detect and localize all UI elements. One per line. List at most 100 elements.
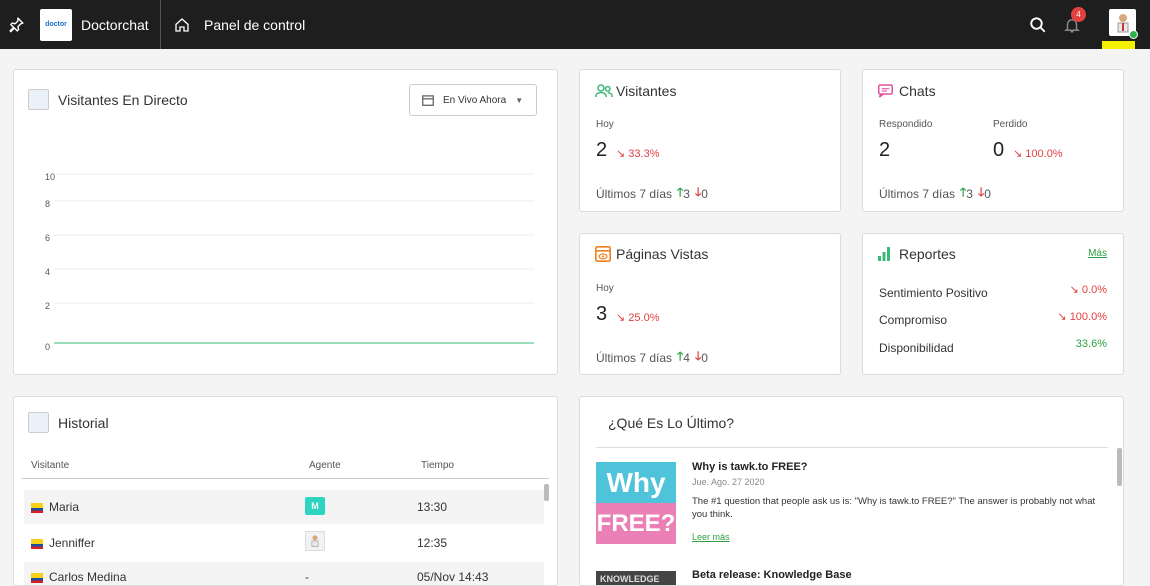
chat-icon — [878, 84, 893, 98]
news-thumbnail[interactable]: KNOWLEDGE — [596, 571, 676, 585]
browser-eye-icon — [595, 246, 611, 262]
divider — [596, 447, 1108, 448]
today-label: Hoy — [596, 119, 614, 130]
pin-icon[interactable] — [1, 0, 31, 49]
reports-title: Reportes — [899, 246, 956, 262]
visitors-change-value: 33.3% — [628, 148, 660, 160]
table-row[interactable]: Jenniffer 12:35 — [24, 526, 544, 560]
trend-down-icon: ↘ — [1069, 284, 1079, 296]
scrollbar[interactable] — [544, 484, 549, 501]
agent-avatar — [305, 531, 325, 551]
scrollbar[interactable] — [1117, 448, 1122, 486]
flag-icon — [31, 538, 43, 549]
visitors-title: Visitantes — [616, 83, 677, 99]
visitors-card: Visitantes Hoy 2 ↘ 33.3% Últimos 7 días … — [579, 69, 841, 212]
answered-value: 2 — [879, 139, 891, 161]
report-value-availability: 33.6% — [1075, 338, 1107, 350]
column-time[interactable]: Tiempo — [421, 460, 454, 471]
user-menu[interactable] — [1102, 0, 1138, 49]
visitor-cell: Jenniffer — [31, 536, 95, 550]
pageviews-change-value: 25.0% — [628, 312, 660, 324]
up-count: 3 — [966, 186, 973, 201]
live-visitors-card: Visitantes En Directo En Vivo Ahora ▼ 10… — [13, 69, 558, 375]
lost-label: Perdido — [993, 119, 1028, 130]
bar-chart-icon — [878, 247, 890, 261]
visitors-today-value: 2 — [596, 139, 608, 161]
pageviews-card: Páginas Vistas Hoy 3 ↘ 25.0% Últimos 7 d… — [579, 233, 841, 375]
news-card: ¿Qué Es Lo Último? Why FREE? Why is tawk… — [579, 396, 1124, 586]
read-more-link[interactable]: Leer más — [692, 532, 730, 542]
pageviews-change: ↘ 25.0% — [616, 311, 659, 324]
last7-label: Últimos 7 días — [596, 186, 673, 201]
visitor-cell: Carlos Medina — [31, 570, 126, 584]
pageviews-today-value: 3 — [596, 303, 608, 325]
report-label-positive: Sentimiento Positivo — [879, 286, 988, 300]
news-item-title[interactable]: Why is tawk.to FREE? — [692, 461, 808, 473]
report-value-positive-text: 0.0% — [1081, 284, 1107, 296]
notification-count-badge: 4 — [1071, 6, 1086, 22]
visitor-cell: Maria — [31, 500, 79, 514]
time-cell: 05/Nov 14:43 — [417, 570, 489, 584]
news-thumbnail[interactable]: Why FREE? — [596, 462, 676, 544]
down-count: 0 — [984, 186, 991, 201]
last7-label: Últimos 7 días — [879, 186, 956, 201]
trend-down-icon: ↘ — [1013, 148, 1023, 160]
chats-change: ↘ 100.0% — [1013, 147, 1063, 160]
up-count: 3 — [683, 186, 690, 201]
table-row[interactable]: Maria M 13:30 — [24, 490, 544, 524]
report-label-availability: Disponibilidad — [879, 341, 954, 355]
thumb-top: Why — [596, 462, 676, 503]
thumb-bottom: FREE? — [596, 503, 676, 544]
news-title: ¿Qué Es Lo Último? — [608, 415, 735, 431]
table-row[interactable]: Carlos Medina - 05/Nov 14:43 — [24, 562, 544, 585]
y-tick-label: 10 — [45, 172, 55, 182]
report-label-engagement: Compromiso — [879, 313, 948, 327]
column-agent[interactable]: Agente — [309, 460, 341, 471]
online-status-dot — [1129, 30, 1138, 39]
trend-down-icon: ↘ — [1057, 311, 1067, 323]
down-count: 0 — [701, 350, 708, 365]
visitor-name: Carlos Medina — [49, 570, 127, 584]
breadcrumb[interactable]: Panel de control — [204, 17, 305, 33]
search-icon[interactable] — [1029, 16, 1047, 34]
news-item-body: The #1 question that people ask us is: "… — [692, 496, 1096, 520]
divider — [160, 0, 161, 49]
news-item-date: Jue. Ago. 27 2020 — [692, 477, 765, 487]
history-card: Historial Visitante Agente Tiempo Maria … — [13, 396, 558, 586]
pageviews-last7: Últimos 7 días 🡑 4 🡓 0 — [596, 347, 708, 368]
visitor-name: Maria — [49, 500, 80, 514]
chats-last7: Últimos 7 días 🡑 3 🡓 0 — [879, 183, 991, 204]
lost-value: 0 — [993, 139, 1005, 161]
reports-more-link[interactable]: Más — [1088, 248, 1107, 259]
visitors-icon — [595, 84, 613, 98]
column-visitor[interactable]: Visitante — [31, 460, 69, 471]
visitors-last7: Últimos 7 días 🡑 3 🡓 0 — [596, 183, 708, 204]
highlight-marker — [1102, 41, 1135, 49]
divider — [22, 478, 549, 479]
report-value-engagement: ↘ 100.0% — [1057, 310, 1107, 323]
notifications-button[interactable]: 4 — [1063, 6, 1086, 34]
top-bar: doctor Doctorchat Panel de control 4 — [0, 0, 1150, 49]
reports-card: Reportes Más Sentimiento Positivo ↘ 0.0%… — [862, 233, 1124, 375]
time-cell: 13:30 — [417, 500, 448, 514]
today-label: Hoy — [596, 283, 614, 294]
doctor-icon — [311, 535, 319, 547]
chats-title: Chats — [899, 83, 936, 99]
brand-name[interactable]: Doctorchat — [81, 17, 150, 33]
site-thumbnail — [28, 412, 49, 433]
last7-label: Últimos 7 días — [596, 350, 673, 365]
answered-label: Respondido — [879, 119, 933, 130]
chats-card: Chats Respondido 2 Perdido 0 ↘ 100.0% Úl… — [862, 69, 1124, 212]
trend-down-icon: ↘ — [616, 148, 626, 160]
y-tick-label: 6 — [45, 233, 50, 243]
chats-change-value: 100.0% — [1025, 148, 1063, 160]
brand-logo[interactable]: doctor — [40, 8, 72, 41]
news-item-title[interactable]: Beta release: Knowledge Base — [692, 569, 852, 581]
y-tick-label: 8 — [45, 199, 50, 209]
y-tick-label: 0 — [45, 342, 50, 352]
visitor-name: Jenniffer — [49, 536, 95, 550]
agent-avatar: M — [305, 497, 325, 515]
home-icon[interactable] — [174, 17, 190, 33]
live-chart: 10 8 6 4 2 0 — [45, 172, 534, 352]
logo-text: doctor — [45, 21, 67, 28]
